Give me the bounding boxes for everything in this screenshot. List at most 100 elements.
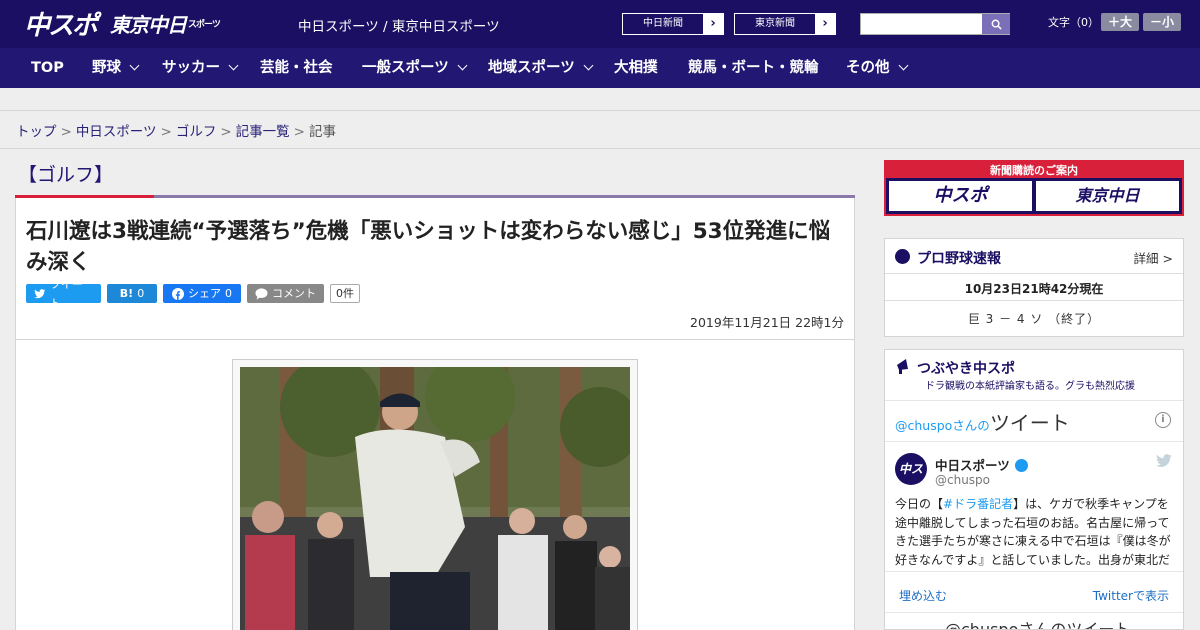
nav-item-entertainment[interactable]: 芸能・社会 — [260, 48, 333, 88]
nav-item-racing[interactable]: 競馬・ボート・競輪 — [688, 48, 819, 88]
chunichi-shimbun-label: 中日新聞 — [643, 18, 683, 29]
tweets-header-big: ツイート — [989, 411, 1070, 435]
baseball-detail-link[interactable]: 詳細 > — [1134, 248, 1173, 267]
search-button[interactable] — [982, 14, 1010, 34]
tweet-label: ツイート — [49, 277, 83, 310]
tweets-footer[interactable]: @chuspoさんのツイート — [945, 616, 1130, 629]
baseball-timestamp: 10月23日21時42分現在 — [964, 282, 1104, 296]
chevron-down-icon — [228, 60, 239, 71]
nav-label: 芸能・社会 — [260, 60, 333, 76]
tweet-hashtag[interactable]: #ドラ番記者 — [943, 497, 1013, 511]
pro-baseball-widget: プロ野球速報 詳細 > 10月23日21時42分現在 巨 3 － 4 ソ （終了… — [884, 238, 1184, 337]
facebook-share-button[interactable]: シェア 0 — [163, 284, 241, 303]
baseball-score[interactable]: 巨 3 － 4 ソ （終了） — [885, 310, 1183, 327]
comment-button[interactable]: コメント — [247, 284, 324, 303]
hatena-count: 0 — [137, 287, 145, 300]
chevron-down-icon — [898, 60, 908, 71]
nav-item-sumo[interactable]: 大相撲 — [614, 48, 658, 88]
subscription-title: 新聞購読のご案内 — [990, 164, 1078, 177]
twitter-widget: つぶやき中スポ ドラ観戦の本紙評論家も語る。グラも熱烈応援 @chuspoさんの… — [884, 349, 1184, 630]
baseball-icon — [895, 249, 910, 264]
divider — [885, 612, 1183, 613]
divider — [885, 273, 1183, 274]
chunichi-shimbun-link[interactable]: 中日新聞 › — [622, 13, 724, 35]
tweet-author-handle[interactable]: @chuspo — [935, 473, 990, 487]
font-size-label: 文字（0） — [1048, 16, 1099, 29]
tokyo-logo-small: スポーツ — [188, 19, 221, 30]
site-names: 中日スポーツ / 東京中日スポーツ — [298, 19, 500, 35]
avatar[interactable]: 中スポ — [895, 453, 927, 508]
font-decrease-button[interactable]: －小 — [1143, 13, 1181, 31]
chuspo-logo[interactable]: 中スポ — [24, 6, 98, 41]
speech-bubble-icon — [255, 287, 268, 299]
font-increase-button[interactable]: ＋大 — [1101, 13, 1139, 31]
comment-count: 0件 — [330, 284, 360, 303]
subscription-banner[interactable]: 新聞購読のご案内 中スポ 東京中日 — [884, 160, 1184, 216]
tokyo-shimbun-link[interactable]: 東京新聞 › — [734, 13, 836, 35]
facebook-icon — [172, 287, 184, 300]
nav-label: 野球 — [92, 60, 121, 76]
divider — [885, 300, 1183, 301]
breadcrumb-golf[interactable]: ゴルフ — [176, 124, 217, 140]
tweet-button[interactable]: ツイート — [26, 278, 101, 310]
breadcrumb-chunichi[interactable]: 中日スポーツ — [76, 124, 157, 140]
facebook-label: シェア — [188, 287, 221, 300]
tweets-title: つぶやき中スポ — [917, 361, 1015, 377]
nav-item-baseball[interactable]: 野球 — [92, 48, 140, 88]
breadcrumb: トップ > 中日スポーツ > ゴルフ > 記事一覧 > 記事 — [16, 124, 336, 140]
tweets-subtitle: ドラ観戦の本紙評論家も語る。グラも熱烈応援 — [925, 381, 1135, 392]
nav-label: 大相撲 — [614, 60, 658, 76]
subscribe-chuspo-logo[interactable]: 中スポ — [889, 181, 1032, 211]
tokyo-shimbun-label: 東京新聞 — [755, 18, 795, 29]
subscription-logos: 中スポ 東京中日 — [886, 178, 1182, 214]
tweet-embed-top — [885, 400, 1183, 401]
nav-item-top[interactable]: TOP — [31, 48, 64, 88]
embed-link[interactable]: 埋め込む — [899, 587, 947, 604]
nav-item-soccer[interactable]: サッカー — [162, 48, 239, 88]
divider — [885, 441, 1183, 442]
view-on-twitter-link[interactable]: Twitterで表示 — [1093, 587, 1169, 604]
chevron-down-icon — [129, 60, 140, 71]
hatena-bookmark-button[interactable]: B! 0 — [107, 284, 157, 303]
breadcrumb-top[interactable]: トップ — [16, 124, 57, 140]
tweet-body: 今日の【#ドラ番記者】は、ケガで秋季キャンプを途中離脱してしまった石垣のお話。名… — [895, 495, 1175, 569]
divider — [885, 571, 1183, 572]
top-header: 中スポ 東京中日 スポーツ 中日スポーツ / 東京中日スポーツ 中日新聞 › 東京… — [0, 0, 1200, 48]
subscribe-tokyo-logo[interactable]: 東京中日 — [1036, 181, 1179, 211]
nav-item-other[interactable]: その他 — [846, 48, 908, 88]
info-icon[interactable]: i — [1155, 412, 1171, 428]
megaphone-icon — [897, 359, 908, 374]
share-buttons: ツイート B! 0 シェア 0 コメント 0件 — [26, 278, 360, 310]
nav-label: 一般スポーツ — [362, 60, 449, 76]
article-photo[interactable] — [240, 367, 630, 630]
breadcrumb-current: 記事 — [308, 124, 336, 140]
chevron-down-icon — [457, 60, 468, 71]
tweet-body-pre: 今日の【 — [895, 497, 944, 511]
twitter-bird-icon — [34, 288, 46, 298]
chevron-right-icon: › — [815, 14, 835, 34]
chevron-down-icon — [583, 60, 594, 71]
nav-label: 地域スポーツ — [488, 60, 575, 76]
nav-item-regional-sports[interactable]: 地域スポーツ — [488, 48, 594, 88]
article-headline: 石川遼は3戦連続“予選落ち”危機「悪いショットは変わらない感じ」53位発進に悩み… — [26, 219, 831, 275]
nav-label: TOP — [31, 60, 64, 76]
facebook-count: 0 — [225, 287, 232, 300]
tokyo-chunichi-logo[interactable]: 東京中日 スポーツ — [110, 6, 221, 40]
search-icon — [991, 19, 1002, 30]
nav-item-general-sports[interactable]: 一般スポーツ — [362, 48, 468, 88]
main-nav: TOP 野球 サッカー 芸能・社会 一般スポーツ 地域スポーツ 大相撲 競馬・ボ… — [0, 48, 1200, 88]
breadcrumb-list[interactable]: 記事一覧 — [236, 124, 290, 140]
divider — [0, 148, 1200, 149]
author-name-text: 中日スポーツ — [935, 458, 1010, 473]
divider — [0, 110, 1200, 111]
hatena-icon: B! — [119, 287, 134, 300]
twitter-bird-icon[interactable] — [1155, 454, 1173, 468]
comment-label: コメント — [272, 287, 316, 300]
tweet-author-name[interactable]: 中日スポーツ — [935, 455, 1028, 474]
nav-label: サッカー — [162, 60, 220, 76]
tweets-header-handle: @chuspoさんの — [895, 418, 990, 433]
tweets-header[interactable]: @chuspoさんのツイート — [895, 407, 1070, 436]
verified-icon — [1014, 459, 1028, 472]
golfer-photo-illustration — [240, 367, 630, 630]
publish-date: 2019年11月21日 22時1分 — [690, 315, 844, 330]
